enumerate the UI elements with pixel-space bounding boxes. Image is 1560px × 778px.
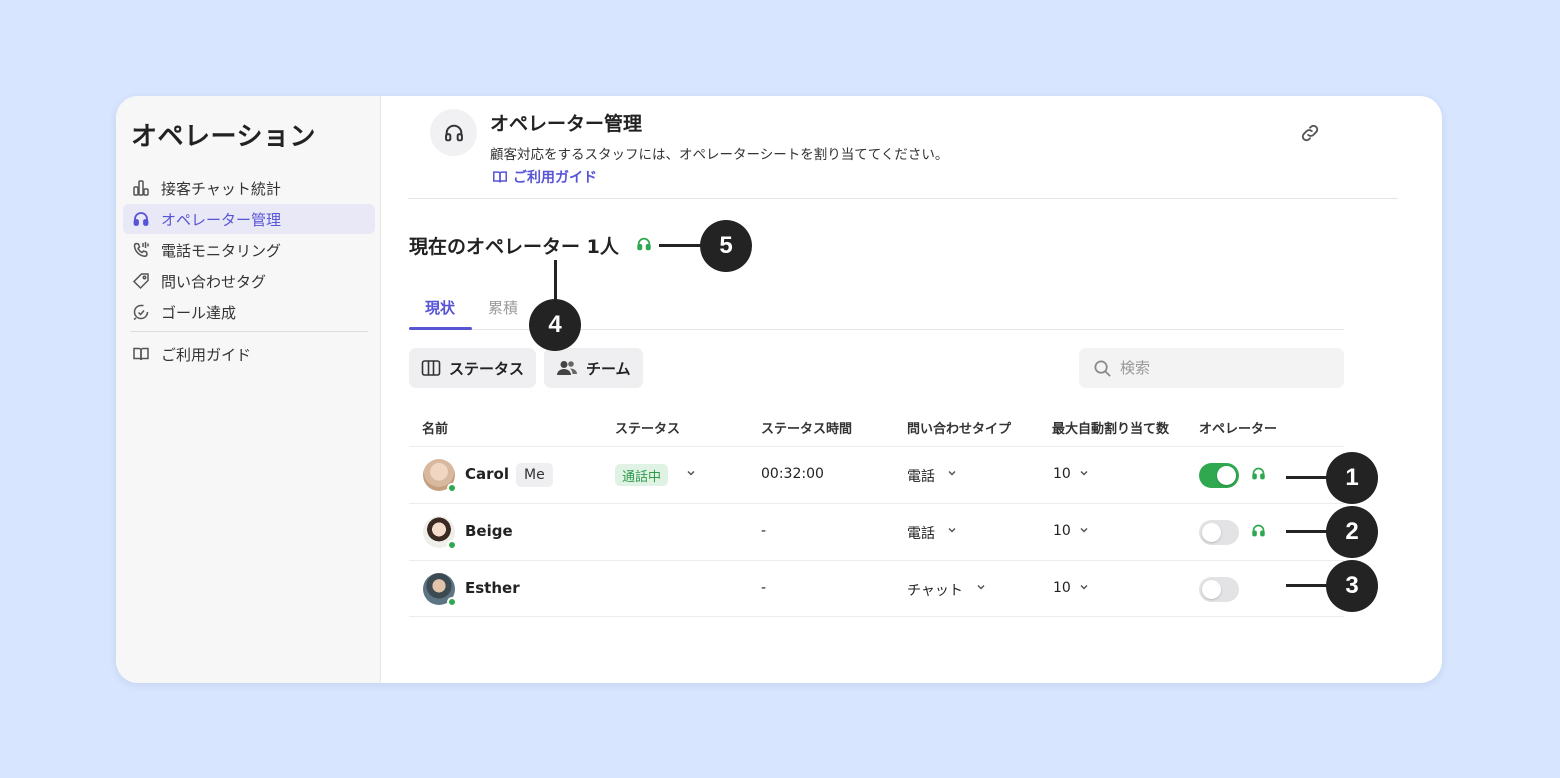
toggle-knob xyxy=(1217,466,1236,485)
inquiry-type[interactable]: 電話 xyxy=(907,466,935,486)
operator-toggle[interactable] xyxy=(1199,463,1239,488)
callout-2: 2 xyxy=(1326,506,1378,558)
team-filter-button[interactable]: チーム xyxy=(544,348,643,388)
operator-toggle[interactable] xyxy=(1199,520,1239,545)
search-field[interactable] xyxy=(1079,348,1344,388)
column-header-status-time: ステータス時間 xyxy=(761,422,853,437)
active-tab-indicator xyxy=(409,327,472,330)
callout-4-line xyxy=(554,260,557,304)
sidebar-item-label: 問い合わせタグ xyxy=(161,272,267,291)
book-icon xyxy=(493,171,507,183)
phone-icon xyxy=(131,240,151,260)
header-divider xyxy=(408,198,1398,199)
status-filter-button[interactable]: ステータス xyxy=(409,348,537,388)
tag-icon xyxy=(131,271,151,291)
chevron-down-icon[interactable] xyxy=(1078,524,1090,536)
chevron-down-icon[interactable] xyxy=(946,467,958,479)
row-divider xyxy=(409,616,1344,617)
callout-5: 5 xyxy=(700,220,752,272)
book-icon xyxy=(131,344,151,364)
operator-name: Carol xyxy=(465,465,509,483)
sidebar-item-phone-monitoring[interactable]: 電話モニタリング xyxy=(123,235,375,265)
callout-1: 1 xyxy=(1326,452,1378,504)
max-assign[interactable]: 10 xyxy=(1053,580,1071,596)
sidebar-title: オペレーション xyxy=(131,122,316,152)
callout-4: 4 xyxy=(529,299,581,351)
search-icon xyxy=(1094,360,1111,377)
column-header-max-assign: 最大自動割り当て数 xyxy=(1052,422,1170,437)
page-title: オペレーター管理 xyxy=(490,113,643,135)
chevron-down-icon[interactable] xyxy=(685,467,697,479)
goal-icon xyxy=(131,302,151,322)
status-time: - xyxy=(761,523,767,539)
operators-count-title: 現在のオペレーター 1人 xyxy=(409,236,619,258)
column-header-status: ステータス xyxy=(615,422,681,437)
sidebar-item-chat-stats[interactable]: 接客チャット統計 xyxy=(123,173,375,203)
sidebar-item-inquiry-tags[interactable]: 問い合わせタグ xyxy=(123,266,375,296)
columns-icon xyxy=(421,360,441,376)
chevron-down-icon[interactable] xyxy=(1078,581,1090,593)
online-indicator xyxy=(447,597,457,607)
team-icon xyxy=(557,361,577,375)
callout-3: 3 xyxy=(1326,560,1378,612)
online-indicator xyxy=(447,540,457,550)
team-filter-label: チーム xyxy=(586,359,631,378)
sidebar-item-label: オペレーター管理 xyxy=(161,210,282,229)
headset-icon xyxy=(636,236,652,256)
link-icon[interactable] xyxy=(1299,122,1321,144)
sidebar-item-operator-management[interactable]: オペレーター管理 xyxy=(123,204,375,234)
guide-link-label: ご利用ガイド xyxy=(513,170,597,186)
status-filter-label: ステータス xyxy=(449,359,525,378)
bar-chart-icon xyxy=(131,178,151,198)
sidebar-item-label: ご利用ガイド xyxy=(161,345,252,364)
callout-2-line xyxy=(1286,530,1330,533)
table-row: Esther - チャット 10 xyxy=(409,561,1344,617)
headset-icon xyxy=(1251,523,1266,542)
sidebar-item-goal-achievement[interactable]: ゴール達成 xyxy=(123,297,375,327)
table-row: Carol Me 通話中 00:32:00 電話 10 xyxy=(409,447,1344,503)
status-time: - xyxy=(761,580,767,596)
sidebar-item-guide[interactable]: ご利用ガイド xyxy=(123,339,375,369)
inquiry-type[interactable]: 電話 xyxy=(907,523,935,543)
column-header-name: 名前 xyxy=(422,422,449,437)
toggle-knob xyxy=(1202,523,1221,542)
me-badge: Me xyxy=(516,463,553,487)
operator-toggle[interactable] xyxy=(1199,577,1239,602)
tab-current[interactable]: 現状 xyxy=(425,297,455,318)
headset-icon xyxy=(1251,466,1266,485)
callout-3-line xyxy=(1286,584,1330,587)
sidebar-divider xyxy=(130,331,368,332)
status-badge: 通話中 xyxy=(615,464,669,486)
column-header-operator: オペレーター xyxy=(1199,422,1278,437)
app-window: オペレーション 接客チャット統計 オペレーター管理 電話モニタリング 問い合わせ… xyxy=(116,96,1442,683)
chevron-down-icon[interactable] xyxy=(1078,467,1090,479)
column-header-inquiry-type: 問い合わせタイプ xyxy=(907,422,1012,437)
status-time: 00:32:00 xyxy=(761,466,824,482)
operator-name: Beige xyxy=(465,522,513,540)
inquiry-type[interactable]: チャット xyxy=(907,580,963,600)
operator-name: Esther xyxy=(465,579,520,597)
sidebar: オペレーション 接客チャット統計 オペレーター管理 電話モニタリング 問い合わせ… xyxy=(116,96,381,683)
online-indicator xyxy=(447,483,457,493)
table-row: Beige - 電話 10 xyxy=(409,504,1344,560)
headset-icon xyxy=(131,209,151,229)
chevron-down-icon[interactable] xyxy=(946,524,958,536)
page-description: 顧客対応をするスタッフには、オペレーターシートを割り当ててください。 xyxy=(490,147,949,163)
toggle-knob xyxy=(1202,580,1221,599)
sidebar-item-label: ゴール達成 xyxy=(161,303,237,322)
max-assign[interactable]: 10 xyxy=(1053,466,1071,482)
sidebar-item-label: 接客チャット統計 xyxy=(161,179,281,198)
headset-icon xyxy=(430,109,477,156)
max-assign[interactable]: 10 xyxy=(1053,523,1071,539)
sidebar-item-label: 電話モニタリング xyxy=(161,241,282,260)
main-content: オペレーター管理 顧客対応をするスタッフには、オペレーターシートを割り当ててくだ… xyxy=(382,96,1442,683)
tab-cumulative[interactable]: 累積 xyxy=(488,297,518,318)
callout-1-line xyxy=(1286,476,1330,479)
search-input[interactable] xyxy=(1120,359,1320,377)
guide-link[interactable]: ご利用ガイド xyxy=(492,167,597,187)
callout-5-line xyxy=(659,244,703,247)
chevron-down-icon[interactable] xyxy=(975,581,987,593)
